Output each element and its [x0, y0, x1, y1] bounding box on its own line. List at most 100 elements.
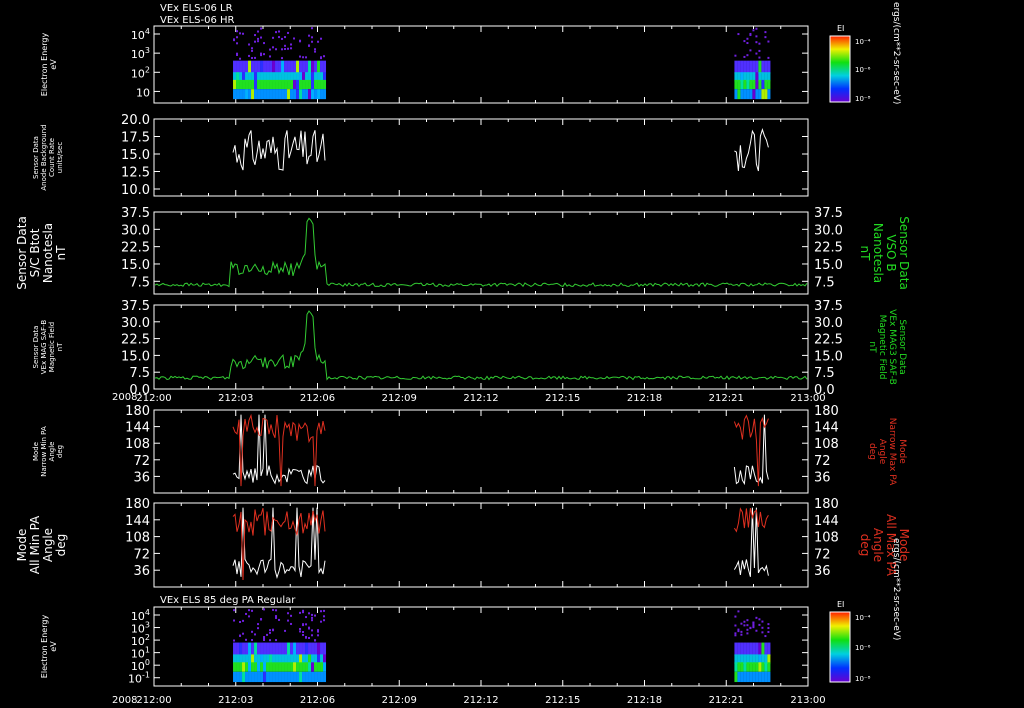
spectrogram-cell	[746, 671, 750, 683]
spectrogram-cell	[281, 79, 285, 90]
rlabel-line: Sensor Data	[897, 216, 911, 290]
spectrogram-pixel	[311, 27, 314, 30]
spectrogram-cell	[236, 671, 240, 683]
ylabel-line: nT	[56, 342, 64, 351]
spectrogram-pixel	[323, 609, 326, 612]
y-tick-label-right: 144	[814, 514, 839, 529]
spectrogram-pixel	[260, 618, 263, 621]
spectrogram-cell	[740, 671, 744, 683]
spectrogram-cell	[311, 60, 315, 74]
spectrogram-pixel	[746, 619, 749, 622]
spectrogram-cell	[239, 79, 243, 90]
spectrogram-pixel	[287, 619, 290, 622]
spectrogram-pixel	[320, 620, 323, 623]
spectrogram-cell	[734, 662, 738, 672]
spectrogram-cell	[761, 671, 765, 683]
spectrogram-pixel	[233, 609, 236, 612]
spectrogram-cell	[746, 662, 750, 672]
spectrogram-pixel	[746, 37, 749, 40]
spectrogram-cell	[272, 89, 276, 100]
spectrogram-cell	[317, 60, 321, 74]
spectrogram-pixel	[320, 57, 323, 60]
spectrogram-pixel	[740, 622, 743, 625]
spectrogram-pixel	[233, 619, 236, 622]
spectrogram-cell	[743, 671, 747, 683]
spectrogram-pixel	[236, 42, 239, 45]
spectrogram-pixel	[275, 615, 278, 618]
spectrogram-cell	[299, 79, 303, 90]
spectrogram-cell	[734, 89, 738, 100]
spectrogram-cell	[236, 79, 240, 90]
spectrogram-cell	[251, 642, 255, 656]
time-tick-label: 212:06	[300, 393, 335, 404]
spectrogram-cell	[254, 60, 258, 74]
spectrogram-pixel	[278, 36, 281, 39]
spectrogram-pixel	[767, 630, 770, 633]
spectrogram-cell	[299, 60, 303, 74]
spectrogram-cell	[236, 642, 240, 656]
spectrogram-pixel	[755, 27, 758, 30]
spectrogram-pixel	[260, 27, 263, 30]
ylabel-line: nT	[54, 245, 68, 261]
y-tick-label: 10.0	[121, 183, 150, 198]
spectrogram-cell	[260, 89, 264, 100]
spectrogram-cell	[260, 642, 264, 656]
spectrogram-cell	[296, 60, 300, 74]
spectrogram-cell	[296, 79, 300, 90]
time-tick-label: 212:18	[627, 393, 662, 404]
spectrogram-cell	[314, 662, 318, 672]
time-tick-label: 212:15	[545, 695, 580, 706]
title-top-2: VEx ELS-06 HR	[160, 15, 235, 26]
spectrogram-cell	[755, 60, 759, 74]
spectrogram-pixel	[278, 618, 281, 621]
spectrogram-pixel	[272, 629, 275, 632]
y-tick-label: 22.5	[121, 333, 150, 348]
spectrogram-pixel	[743, 55, 746, 58]
spectrogram-cell	[272, 662, 276, 672]
ylabel-line: deg	[54, 534, 68, 557]
spectrogram-cell	[317, 89, 321, 100]
title-bottom: VEx ELS 85 deg PA Regular	[160, 595, 296, 606]
spectrogram-cell	[239, 671, 243, 683]
rlabel-line: VEx MAG3 SAF-B	[887, 309, 897, 385]
spectrogram-cell	[743, 642, 747, 656]
spectrogram-cell	[278, 671, 282, 683]
y-tick-label-right: 72	[814, 454, 831, 469]
spectrogram-cell	[269, 79, 273, 90]
rlabel-line: deg	[858, 534, 872, 557]
spectrogram-pixel	[761, 626, 764, 629]
spectrogram-cell	[263, 60, 267, 74]
y-tick-label-right: 30.0	[814, 316, 843, 331]
spectrogram-cell	[758, 642, 762, 656]
spectrogram-pixel	[764, 31, 767, 34]
spectrogram-pixel	[734, 615, 737, 618]
spectrogram-pixel	[251, 639, 254, 642]
spectrogram-cell	[266, 642, 270, 656]
spectrogram-cell	[302, 642, 306, 656]
ylabel-line: S/C Btot	[28, 228, 42, 277]
spectrogram-cell	[311, 671, 315, 683]
rlabel-line: VSO B	[884, 234, 898, 271]
spectrogram-pixel	[305, 56, 308, 59]
spectrogram-pixel	[257, 627, 260, 630]
spectrogram-cell	[740, 89, 744, 100]
rlabel-line: nT	[858, 246, 872, 262]
spectrogram-pixel	[260, 36, 263, 39]
spectrogram-cell	[764, 60, 768, 74]
time-axis-middle: 212:00 212:03 212:06 212:09 212:12 212:15 212:…	[136, 393, 825, 404]
spectrogram-pixel	[311, 629, 314, 632]
spectrogram-cell	[239, 60, 243, 74]
spectrogram-cell	[752, 642, 756, 656]
spectrogram-cell	[260, 60, 264, 74]
spectrogram-pixel	[755, 35, 758, 38]
spectrogram-pixel	[308, 636, 311, 639]
spectrogram-pixel	[254, 34, 257, 37]
y-tick-label-right: 7.5	[814, 366, 835, 381]
spectrogram-cell	[287, 60, 291, 74]
colorbar-bottom-gradient	[829, 611, 851, 683]
spectrogram-cell	[257, 89, 261, 100]
spectrogram-pixel	[260, 52, 263, 55]
time-tick-label: 212:03	[218, 695, 253, 706]
spectrogram-cell	[239, 642, 243, 656]
ylabel-line: Angle	[41, 528, 55, 562]
